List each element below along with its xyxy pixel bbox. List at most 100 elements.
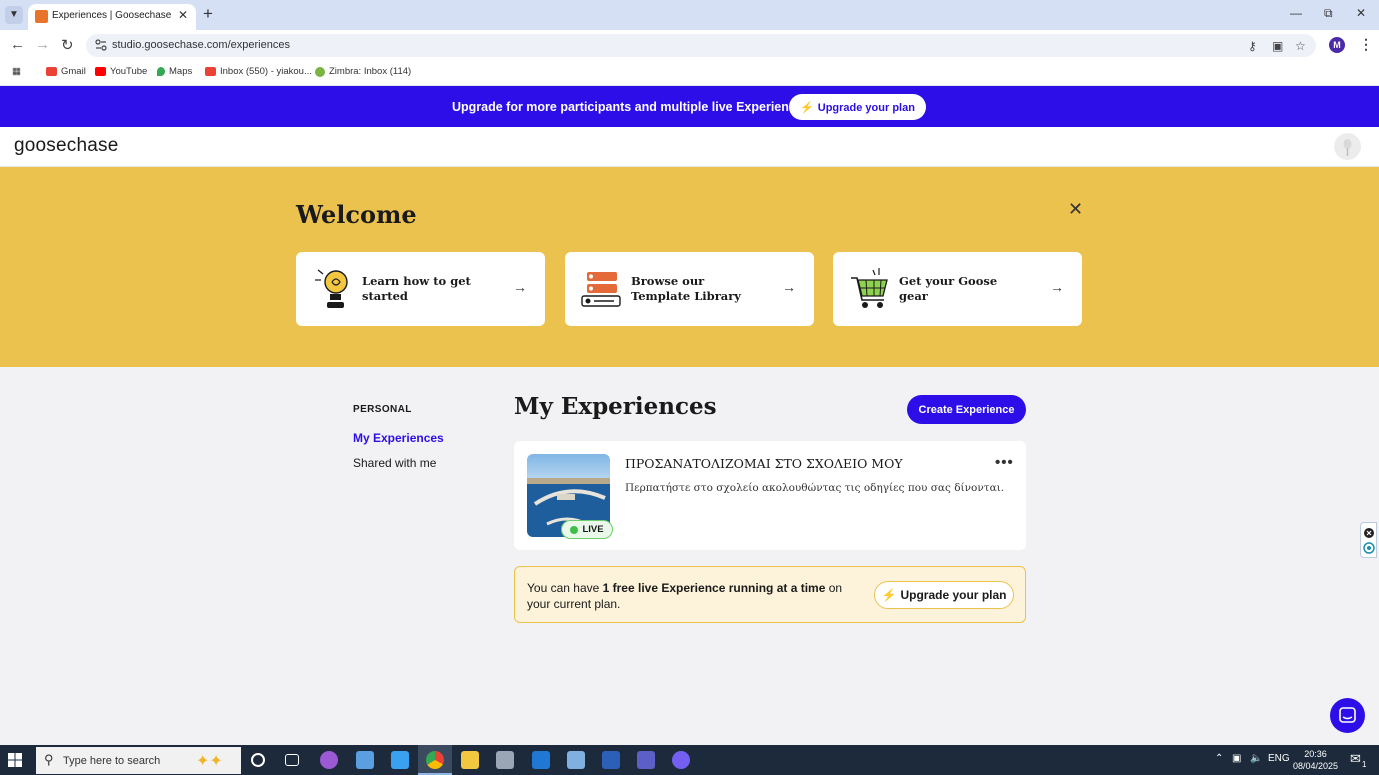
card-label: Browse our Template Library [631, 274, 741, 303]
lightbulb-icon [315, 269, 348, 308]
window-close-icon[interactable]: ✕ [1356, 6, 1366, 20]
task-view-icon[interactable] [285, 754, 299, 766]
restore-icon[interactable]: ⧉ [1324, 6, 1333, 21]
windows-taskbar: ⚲ Type here to search ✦✦ ⌃ ▣ 🔈 ENG 20:36… [0, 745, 1379, 775]
bookmark-zimbra[interactable]: Zimbra: Inbox (114) [315, 66, 411, 77]
zimbra-icon [315, 66, 325, 77]
copilot-icon[interactable] [320, 751, 338, 769]
goose-avatar-icon [1343, 139, 1352, 156]
apps-grid-icon[interactable]: ▦ [12, 66, 21, 77]
minimize-icon[interactable]: — [1290, 6, 1302, 20]
template-library-card[interactable]: Browse our Template Library → [565, 252, 814, 326]
welcome-close-icon[interactable]: ✕ [1068, 199, 1083, 220]
app-icon[interactable] [496, 751, 514, 769]
youtube-icon [95, 67, 106, 76]
sidebar-item-shared-with-me[interactable]: Shared with me [353, 456, 436, 470]
forward-icon[interactable]: → [35, 36, 50, 53]
lightning-icon: ⚡ [881, 588, 897, 602]
bookmark-youtube[interactable]: YouTube [95, 66, 147, 77]
arrow-right-icon: → [782, 279, 796, 295]
tab-close-icon[interactable]: ✕ [178, 8, 188, 22]
taskbar-search-placeholder: Type here to search [63, 755, 161, 767]
page-title: My Experiences [514, 393, 717, 420]
chat-bubble-icon [1339, 707, 1356, 723]
shopping-cart-icon [851, 268, 888, 308]
notice-upgrade-button[interactable]: ⚡ Upgrade your plan [874, 581, 1014, 609]
notifications-icon[interactable]: ✉ [1350, 751, 1361, 767]
app-icon[interactable] [567, 751, 585, 769]
network-icon[interactable]: ▣ [1232, 753, 1241, 764]
app-icon[interactable] [356, 751, 374, 769]
profile-avatar[interactable]: M [1329, 37, 1345, 53]
browser-tab-bar: ▼ Experiences | Goosechase ✕ + — ⧉ ✕ [0, 0, 1379, 30]
browser-menu-icon[interactable]: ⋮ [1359, 36, 1373, 53]
arrow-right-icon: → [513, 279, 527, 295]
taskbar-search-box[interactable]: ⚲ Type here to search ✦✦ [36, 747, 241, 774]
bookmark-inbox[interactable]: Inbox (550) - yiakou... [205, 66, 312, 77]
sidebar-item-my-experiences[interactable]: My Experiences [353, 431, 444, 445]
windows-start-icon[interactable] [8, 753, 22, 767]
outlook-icon[interactable] [532, 751, 550, 769]
extension-icons [1363, 528, 1375, 554]
teams-icon[interactable] [637, 751, 655, 769]
user-avatar[interactable] [1334, 133, 1361, 160]
experience-name[interactable]: ΠΡΟΣΑΝΑΤΟΛΙΖΟΜΑΙ ΣΤΟ ΣΧΟΛΕΙΟ ΜΟΥ [625, 456, 903, 471]
promo-text: Upgrade for more participants and multip… [452, 100, 810, 114]
volume-icon[interactable]: 🔈 [1250, 753, 1262, 764]
welcome-title: Welcome [296, 200, 417, 229]
create-experience-button[interactable]: Create Experience [907, 395, 1026, 424]
bookmark-gmail[interactable]: Gmail [46, 66, 86, 77]
url-text: studio.goosechase.com/experiences [112, 39, 290, 51]
tray-overflow-icon[interactable]: ⌃ [1215, 753, 1223, 764]
back-icon[interactable]: ← [10, 36, 25, 53]
browser-tab[interactable]: Experiences | Goosechase ✕ [28, 4, 196, 30]
reload-icon[interactable]: ↻ [61, 36, 74, 54]
taskbar-clock[interactable]: 20:36 08/04/2025 [1293, 748, 1338, 772]
store-icon[interactable] [391, 751, 409, 769]
extension-side-widget[interactable] [1360, 522, 1377, 558]
goosechase-favicon-icon [35, 10, 48, 23]
chrome-taskbar-button[interactable] [418, 745, 452, 775]
gmail-icon [205, 67, 216, 76]
card-label: Learn how to get started [362, 274, 471, 303]
notification-count: 1 [1362, 760, 1367, 769]
plan-limit-notice: You can have 1 free live Experience runn… [514, 566, 1026, 623]
browser-toolbar: ← → ↻ studio.goosechase.com/experiences … [0, 30, 1379, 60]
search-icon: ⚲ [44, 752, 54, 767]
bookmark-star-icon[interactable]: ☆ [1295, 39, 1306, 53]
viber-icon[interactable] [672, 751, 690, 769]
tab-search-dropdown[interactable]: ▼ [5, 6, 23, 24]
new-tab-icon[interactable]: + [203, 4, 213, 24]
lightning-icon: ⚡ [800, 101, 814, 114]
gmail-icon [46, 67, 57, 76]
install-app-icon[interactable]: ▣ [1272, 39, 1283, 53]
tab-title: Experiences | Goosechase [52, 10, 172, 21]
learn-started-card[interactable]: Learn how to get started → [296, 252, 545, 326]
live-status-badge: LIVE [561, 520, 613, 539]
sidebar-heading: PERSONAL [353, 404, 412, 415]
chat-support-button[interactable] [1330, 698, 1365, 733]
notice-text: You can have 1 free live Experience runn… [527, 581, 843, 611]
address-bar[interactable]: studio.goosechase.com/experiences ⚷ ▣ ☆ [86, 34, 1316, 57]
more-options-icon[interactable]: ••• [995, 454, 1014, 471]
goosechase-logo[interactable]: goosechase [14, 135, 118, 157]
site-info-icon[interactable] [95, 39, 107, 51]
language-indicator[interactable]: ENG [1268, 753, 1290, 764]
welcome-section: Welcome ✕ Learn how to get started → Bro… [0, 167, 1379, 367]
app-header: goosechase [0, 127, 1379, 167]
arrow-right-icon: → [1050, 279, 1064, 295]
live-dot-icon [570, 525, 579, 534]
password-key-icon[interactable]: ⚷ [1248, 39, 1257, 53]
goose-gear-card[interactable]: Get your Goose gear → [833, 252, 1082, 326]
maps-pin-icon [157, 67, 165, 76]
file-explorer-icon[interactable] [461, 751, 479, 769]
experience-description: Περπατήστε στο σχολείο ακολουθώντας τις … [625, 482, 1005, 494]
template-library-icon [581, 272, 621, 307]
cortana-icon[interactable] [251, 753, 265, 767]
word-icon[interactable] [602, 751, 620, 769]
bookmarks-bar: ▦ Gmail YouTube Maps Inbox (550) - yiako… [0, 60, 1379, 86]
promo-upgrade-button[interactable]: ⚡ Upgrade your plan [789, 94, 926, 120]
experience-card[interactable]: LIVE ΠΡΟΣΑΝΑΤΟΛΙΖΟΜΑΙ ΣΤΟ ΣΧΟΛΕΙΟ ΜΟΥ Πε… [514, 441, 1026, 550]
bookmark-maps[interactable]: Maps [157, 66, 192, 77]
chrome-icon [426, 751, 444, 769]
